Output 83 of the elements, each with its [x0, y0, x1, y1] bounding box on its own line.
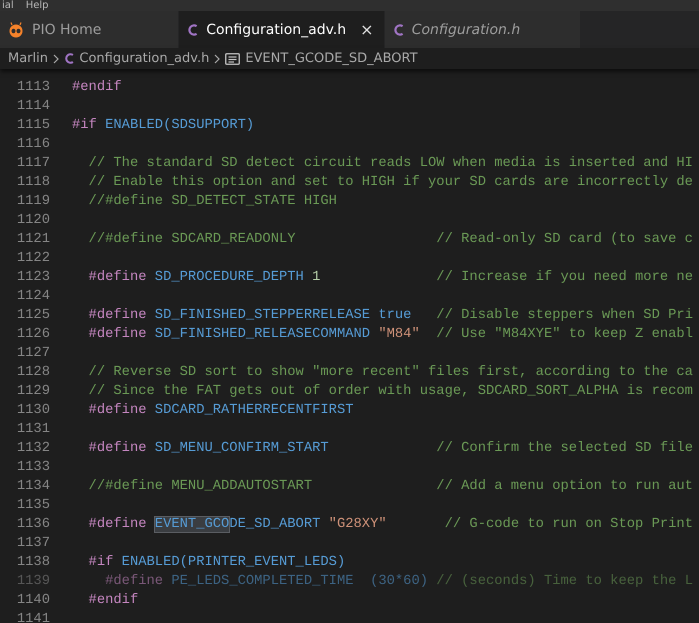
code-comment: //#define MENU_ADDAUTOSTART // Add a menu option to run aut [88, 479, 693, 494]
code-token: ENABLED(PRINTER_EVENT_LEDS) [120, 555, 346, 570]
line-number: 1127 [16, 346, 50, 361]
code-token: #define [88, 517, 148, 532]
code-comment: //#define SDCARD_READONLY // Read-only SD card (to save c [88, 232, 693, 247]
line-number: 1130 [16, 403, 50, 418]
c-file-icon [187, 22, 198, 36]
line-number: 1134 [16, 479, 50, 494]
line-number: 1126 [16, 327, 50, 342]
code-comment: // Use "M84XYE" to keep Z enabl [435, 327, 693, 342]
code-token: #if [72, 118, 97, 133]
c-file-icon [64, 52, 74, 65]
code-token: #if [88, 555, 114, 570]
line-number: 1133 [16, 460, 50, 475]
line-number: 1114 [16, 99, 50, 114]
code-token: SD_FINISHED_STEPPERRELEASE [154, 308, 370, 323]
code-token: true [377, 308, 412, 323]
line-number: 1121 [16, 232, 50, 247]
line-number: 1125 [16, 308, 50, 323]
chevron-icon [53, 54, 59, 64]
line-number: 1120 [16, 213, 50, 228]
c-file-icon [392, 22, 404, 36]
line-number: 1132 [16, 441, 50, 456]
line-number: 1124 [16, 289, 50, 304]
code-token: #define [88, 270, 147, 285]
line-number: 1136 [16, 517, 50, 532]
line-number: 1115 [16, 118, 50, 133]
line-number: 1122 [16, 251, 50, 266]
code-comment: // Disable steppers when SD Pri [435, 308, 693, 323]
code-token: "G28XY" [328, 517, 387, 532]
code-comment: //#define SD_DETECT_STATE HIGH [88, 194, 337, 209]
line-number: 1137 [16, 536, 50, 551]
code-comment: // Confirm the selected SD file [435, 441, 693, 456]
highlighted-code: EVENT_GCO [154, 517, 230, 532]
breadcrumb-item[interactable]: Marlin [8, 51, 48, 66]
line-number: 1128 [16, 365, 50, 380]
code-token: #endif [72, 80, 122, 95]
editor-tab[interactable]: Configuration.h [384, 11, 582, 48]
code-token: #define [88, 441, 147, 456]
code-token: ENABLED(SDSUPPORT) [104, 118, 254, 133]
code-comment: // The standard SD detect circuit reads LOW when media is inserted and HI [88, 156, 693, 171]
code-comment: // Enable this option and set to HIGH if your SD cards are incorrectly de [88, 175, 693, 190]
code-token: #define [88, 403, 147, 418]
code-token: DE_SD_ABORT [229, 517, 320, 532]
code-token: SD_PROCEDURE_DEPTH [154, 270, 304, 285]
code-token: #define [104, 574, 164, 589]
line-number: 1140 [16, 593, 50, 608]
code-token: SD_MENU_CONFIRM_START [154, 441, 329, 456]
code-comment: // Since the FAT gets out of order with usage, SDCARD_SORT_ALPHA is recom [88, 384, 693, 399]
symbol-icon [225, 52, 240, 64]
line-number: 1113 [16, 80, 50, 95]
code-token: #define [88, 308, 147, 323]
breadcrumb-item[interactable]: Configuration_adv.h [79, 51, 210, 66]
code-token: #define [88, 327, 147, 342]
line-number: 1116 [16, 137, 50, 152]
code-token: PE_LEDS_COMPLETED_TIME (30*60) [170, 574, 428, 589]
code-token: 1 [311, 270, 320, 285]
code-token: SD_FINISHED_RELEASECOMMAND [154, 327, 370, 342]
line-number: 1129 [16, 384, 50, 399]
line-number: 1138 [16, 555, 50, 570]
alien-head-icon [8, 22, 24, 38]
line-number: 1119 [16, 194, 50, 209]
line-number: 1123 [16, 270, 50, 285]
line-number: 1135 [16, 498, 50, 513]
code-comment: // Reverse SD sort to show "more recent" files first, according to the ca [88, 365, 693, 380]
close-icon[interactable]: × [358, 22, 376, 38]
code-token: SDCARD_RATHERRECENTFIRST [154, 403, 354, 418]
breadcrumb-item[interactable]: EVENT_GCODE_SD_ABORT [245, 51, 418, 66]
code-comment: // G-code to run on Stop Print [444, 517, 693, 532]
editor-tab[interactable]: PIO Home [0, 11, 179, 48]
chevron-icon [214, 54, 220, 64]
code-comment: // (seconds) Time to keep the L [435, 574, 693, 589]
menu-item[interactable]: Help [26, 0, 48, 11]
line-number: 1131 [16, 422, 50, 437]
line-number: 1141 [16, 612, 50, 623]
menu-item[interactable]: ial [2, 0, 14, 11]
code-comment: // Increase if you need more ne [435, 270, 693, 285]
line-number: 1117 [16, 156, 50, 171]
code-token: #endif [88, 593, 138, 608]
line-number: 1139 [16, 574, 50, 589]
editor-tab[interactable]: Configuration_adv.h × [179, 11, 385, 48]
line-number: 1118 [16, 175, 50, 190]
code-token: "M84" [377, 327, 420, 342]
